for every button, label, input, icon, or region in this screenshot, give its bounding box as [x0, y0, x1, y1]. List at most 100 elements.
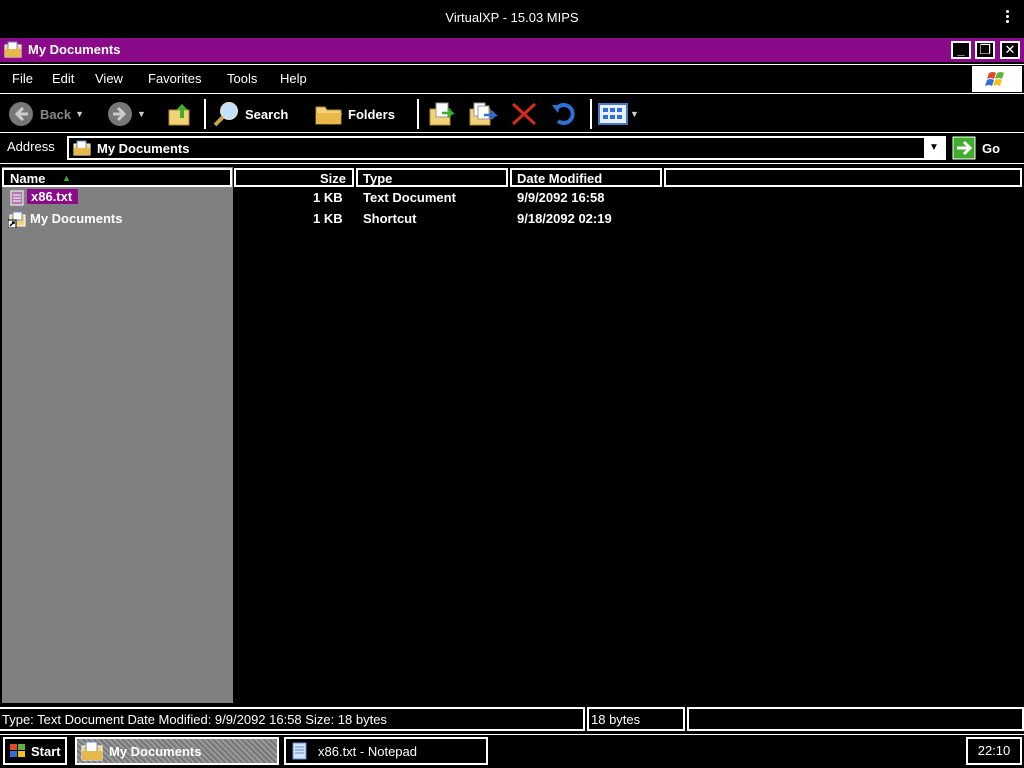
column-header-empty[interactable]	[664, 168, 1022, 187]
file-date: 9/18/2092 02:19	[517, 211, 612, 226]
move-to-icon	[429, 102, 456, 126]
toolbar-separator	[204, 99, 206, 129]
up-folder-icon	[168, 104, 190, 126]
forward-button[interactable]: ▼	[107, 101, 146, 127]
column-header-date[interactable]: Date Modified	[510, 168, 662, 187]
copy-to-button[interactable]	[468, 101, 498, 127]
task-label: x86.txt - Notepad	[318, 743, 417, 759]
file-date: 9/9/2092 16:58	[517, 190, 605, 205]
minimize-button[interactable]: _	[951, 41, 971, 59]
window-title: My Documents	[28, 42, 121, 57]
delete-button[interactable]	[510, 101, 538, 127]
task-label: My Documents	[109, 743, 202, 759]
back-label: Back	[40, 106, 72, 122]
toolbar-separator	[417, 99, 419, 129]
address-input[interactable]: My Documents ▼	[67, 136, 946, 160]
name-column-pane	[2, 167, 233, 703]
folders-button[interactable]: Folders	[314, 101, 395, 127]
menu-help[interactable]: Help	[280, 71, 307, 86]
start-label: Start	[31, 743, 61, 759]
system-clock[interactable]: 22:10	[966, 737, 1022, 765]
windows-logo-icon	[972, 66, 1022, 92]
address-value: My Documents	[97, 141, 190, 156]
file-name: My Documents	[30, 211, 123, 226]
column-type-label: Type	[363, 171, 393, 186]
restore-icon: ❐	[979, 42, 991, 57]
toolbar: Back ▼ ▼ Search Folders ▼	[0, 95, 1024, 133]
menu-file[interactable]: File	[12, 71, 33, 86]
address-dropdown-chevron-icon[interactable]: ▼	[924, 138, 944, 158]
copy-to-icon	[469, 102, 498, 126]
go-arrow-icon	[952, 136, 976, 160]
close-icon: ✕	[1004, 42, 1016, 57]
forward-arrow-icon	[108, 102, 132, 126]
menu-favorites[interactable]: Favorites	[148, 71, 201, 86]
text-file-icon	[10, 190, 24, 206]
toolbar-separator	[590, 99, 592, 129]
file-size: 1 KB	[313, 190, 343, 205]
search-icon	[213, 102, 238, 127]
chevron-down-icon[interactable]: ▼	[75, 109, 84, 119]
notepad-icon	[292, 742, 307, 760]
folder-documents-icon	[4, 41, 22, 58]
start-button[interactable]: Start	[3, 737, 67, 765]
task-notepad[interactable]: x86.txt - Notepad	[284, 737, 488, 765]
folders-label: Folders	[348, 106, 395, 122]
views-icon	[598, 103, 628, 125]
status-size: 18 bytes	[587, 707, 685, 731]
file-list[interactable]	[233, 167, 1022, 703]
menu-view[interactable]: View	[95, 71, 123, 86]
file-name: x86.txt	[27, 189, 79, 204]
search-button[interactable]: Search	[211, 101, 288, 127]
column-header-type[interactable]: Type	[356, 168, 508, 187]
undo-icon	[552, 103, 575, 125]
folders-icon	[315, 106, 342, 125]
column-header-size[interactable]: Size	[234, 168, 354, 187]
file-type: Shortcut	[363, 211, 417, 226]
chevron-down-icon[interactable]: ▼	[137, 109, 146, 119]
column-size-label: Size	[319, 171, 346, 186]
sort-ascending-icon: ▲	[62, 173, 71, 183]
status-details: Type: Text Document Date Modified: 9/9/2…	[0, 707, 585, 731]
address-label: Address	[7, 139, 55, 154]
search-label: Search	[245, 106, 289, 122]
column-header-name[interactable]: Name ▲	[2, 168, 232, 187]
status-size-text: 18 bytes	[591, 712, 641, 727]
menu-bar: File Edit View Favorites Tools Help	[0, 64, 1024, 94]
file-size: 1 KB	[313, 211, 343, 226]
taskbar: Start My Documents x86.txt - Notepad 22:…	[0, 734, 1024, 768]
move-to-button[interactable]	[428, 101, 456, 127]
go-label: Go	[982, 140, 1001, 156]
emulator-title: VirtualXP - 15.03 MIPS	[445, 10, 579, 25]
file-row-my-documents[interactable]: My Documents 1 KB Shortcut 9/18/2092 02:…	[0, 209, 1022, 229]
window-titlebar[interactable]: My Documents _ ❐ ✕	[0, 38, 1024, 62]
file-type: Text Document	[363, 190, 456, 205]
status-bar: Type: Text Document Date Modified: 9/9/2…	[0, 707, 1024, 731]
address-bar: Address My Documents ▼ Go	[0, 134, 1024, 164]
column-name-label: Name	[10, 171, 46, 186]
chevron-down-icon[interactable]: ▼	[630, 109, 639, 119]
minimize-icon: _	[957, 42, 965, 57]
folder-documents-icon	[81, 741, 103, 761]
folder-documents-icon	[73, 140, 91, 156]
go-button[interactable]: Go	[952, 136, 1000, 160]
menu-tools[interactable]: Tools	[227, 71, 257, 86]
undo-button[interactable]	[550, 101, 578, 127]
back-arrow-icon	[9, 102, 33, 126]
views-button[interactable]: ▼	[598, 101, 639, 127]
restore-button[interactable]: ❐	[975, 41, 995, 59]
close-button[interactable]: ✕	[1000, 41, 1020, 59]
up-folder-button[interactable]	[166, 101, 194, 127]
column-date-label: Date Modified	[517, 171, 603, 186]
kebab-menu-icon[interactable]	[1006, 10, 1012, 25]
shortcut-folder-icon	[8, 211, 26, 228]
status-zone	[687, 707, 1024, 731]
emulator-bar: VirtualXP - 15.03 MIPS	[0, 0, 1024, 38]
task-my-documents[interactable]: My Documents	[75, 737, 279, 765]
file-row-x86-txt[interactable]: x86.txt 1 KB Text Document 9/9/2092 16:5…	[0, 188, 1022, 208]
menu-edit[interactable]: Edit	[52, 71, 74, 86]
delete-x-icon	[511, 102, 537, 126]
status-details-text: Type: Text Document Date Modified: 9/9/2…	[2, 712, 387, 727]
back-button[interactable]: Back ▼	[8, 101, 84, 127]
windows-logo-icon	[10, 744, 25, 757]
